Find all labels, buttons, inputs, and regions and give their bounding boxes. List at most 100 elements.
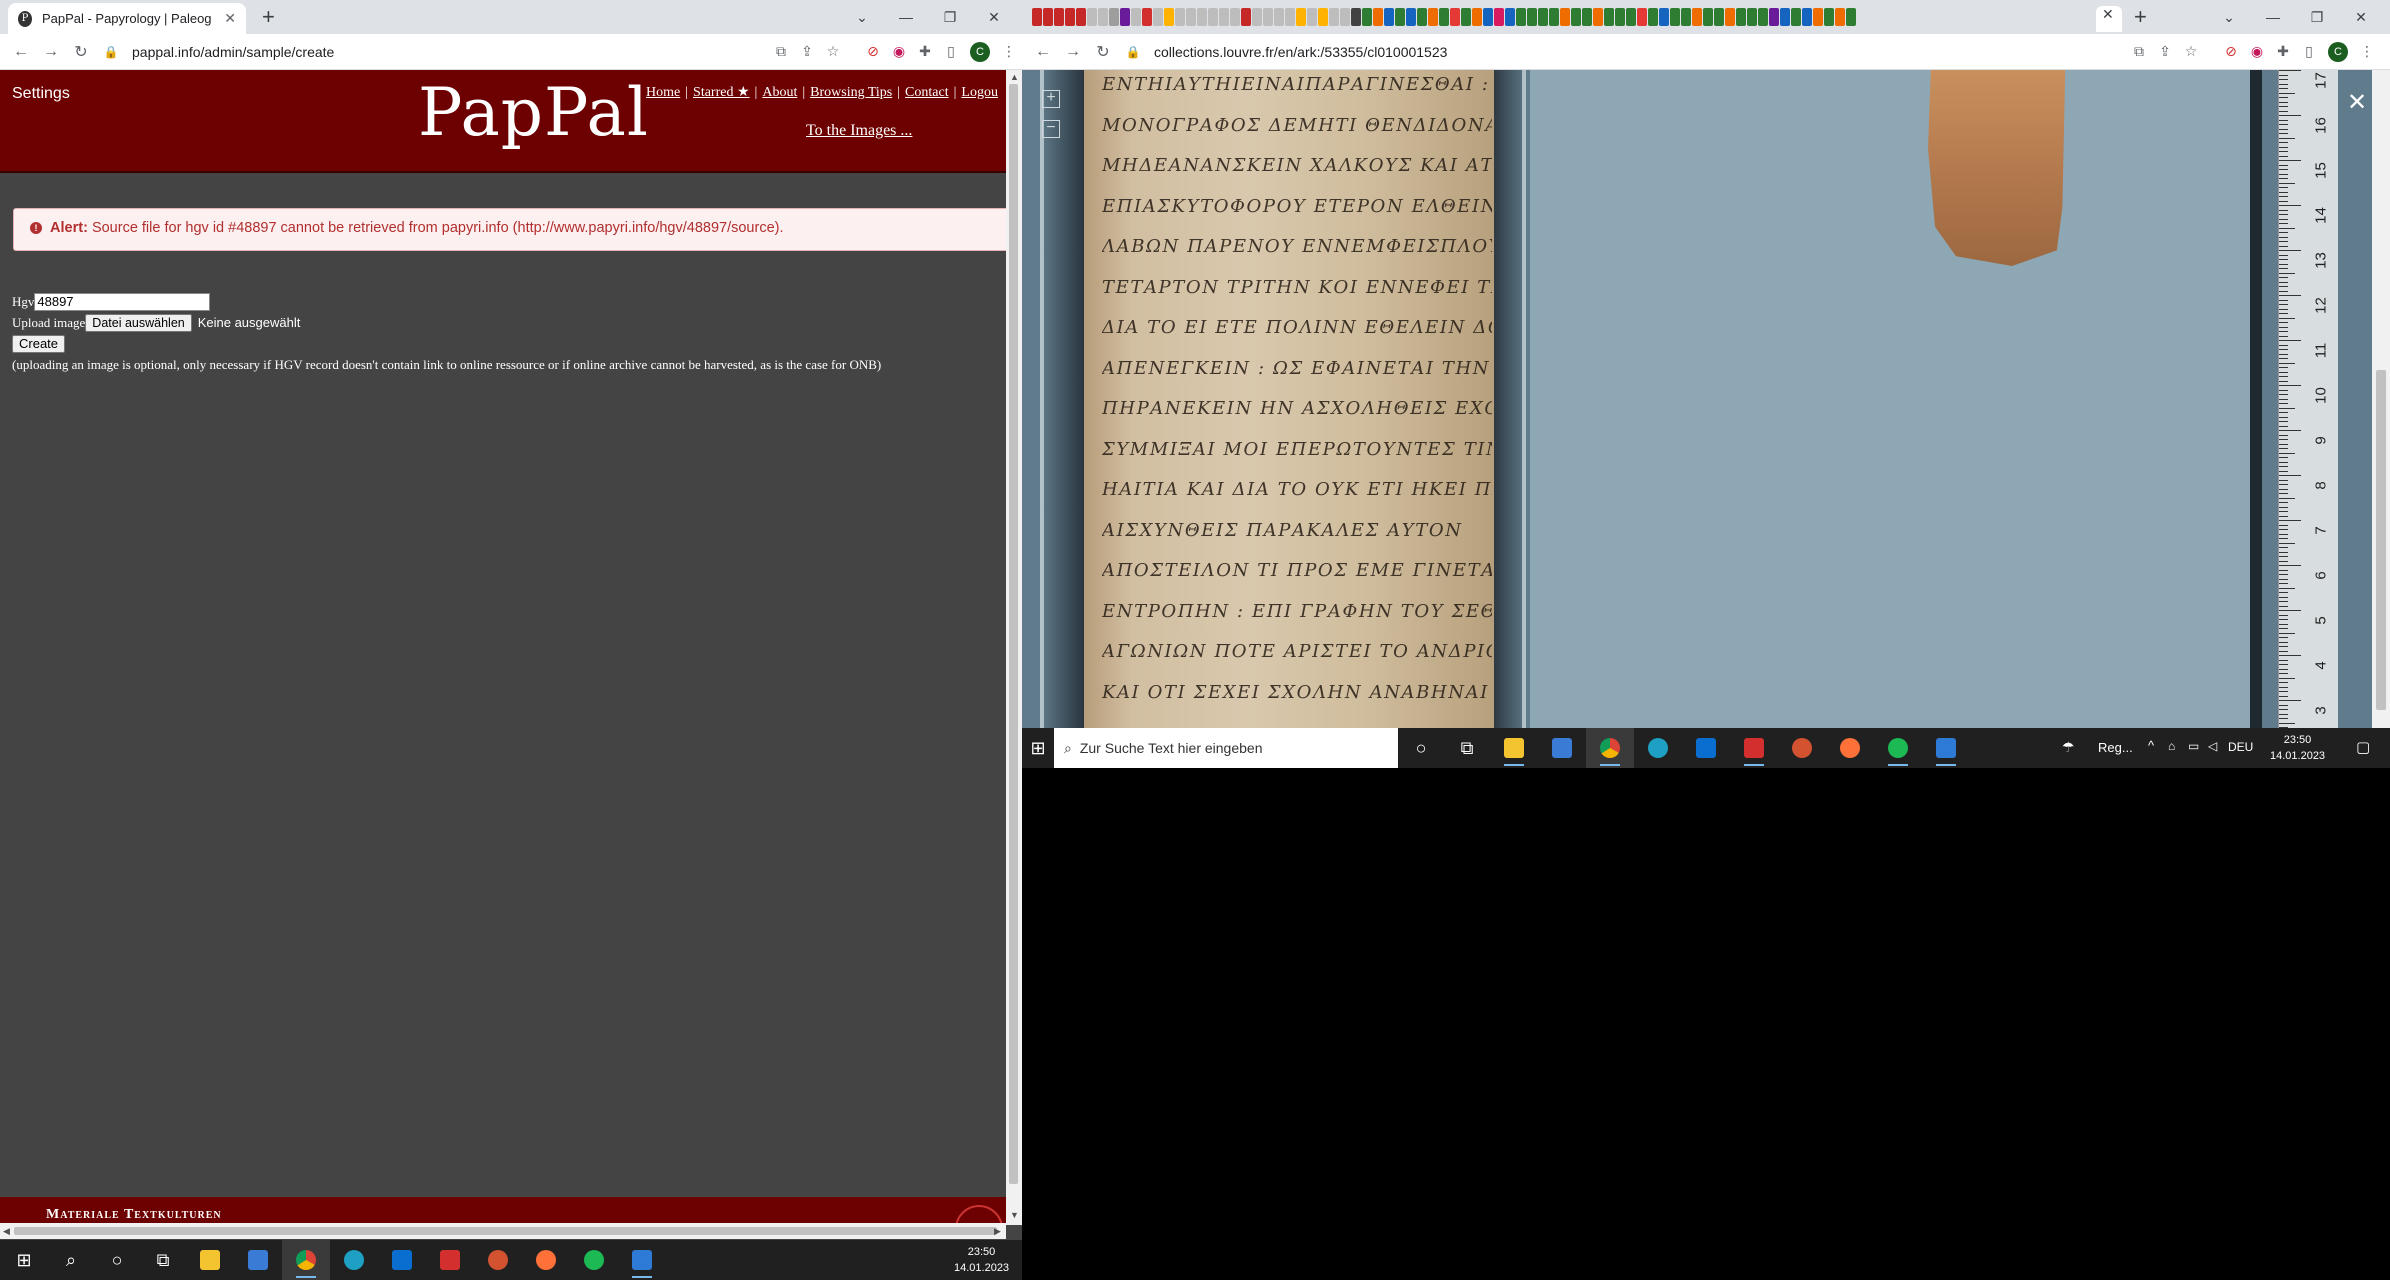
extension-pink-icon[interactable]: ◉ xyxy=(2244,43,2270,60)
side-panel-icon[interactable]: ▯ xyxy=(938,43,964,60)
pinned-tab-favicon[interactable] xyxy=(1461,8,1471,26)
battery-icon[interactable]: ▭ xyxy=(2188,739,2199,753)
footer-text[interactable]: Materiale Textkulturen xyxy=(46,1207,222,1223)
pinned-tab-favicon[interactable] xyxy=(1527,8,1537,26)
pinned-tab-favicon[interactable] xyxy=(1428,8,1438,26)
spotify-icon[interactable] xyxy=(1874,728,1922,768)
pinned-tab-favicon[interactable] xyxy=(1395,8,1405,26)
close-window-icon[interactable]: ✕ xyxy=(2339,9,2383,26)
pinned-tab-favicon[interactable] xyxy=(1351,8,1361,26)
new-tab-icon-right[interactable]: + xyxy=(2134,4,2147,30)
pinned-tab-favicon[interactable] xyxy=(1439,8,1449,26)
pinned-tab-favicon[interactable] xyxy=(1714,8,1724,26)
acrobat-icon[interactable] xyxy=(426,1240,474,1280)
pinned-tab-favicon[interactable] xyxy=(1736,8,1746,26)
pinned-tab-favicon[interactable] xyxy=(1780,8,1790,26)
pinned-tab-favicon[interactable] xyxy=(1835,8,1845,26)
profile-avatar[interactable]: C xyxy=(970,41,990,62)
notifications-icon[interactable]: ▢ xyxy=(2356,738,2370,756)
clock[interactable]: 23:50 14.01.2023 xyxy=(954,1244,1009,1276)
edge-icon[interactable] xyxy=(330,1240,378,1280)
pinned-tab-favicon[interactable] xyxy=(1032,8,1042,26)
file-explorer-icon[interactable] xyxy=(186,1240,234,1280)
pinned-tab-favicon[interactable] xyxy=(1131,8,1141,26)
nav-contact[interactable]: Contact xyxy=(905,85,949,100)
address-bar[interactable]: collections.louvre.fr/en/ark:/53355/cl01… xyxy=(1154,44,2126,60)
ms-store-icon[interactable] xyxy=(234,1240,282,1280)
minimize-icon[interactable]: — xyxy=(884,9,928,25)
back-icon[interactable]: ← xyxy=(6,43,36,61)
pinned-tab-favicon[interactable] xyxy=(1725,8,1735,26)
pinned-tab-favicon[interactable] xyxy=(1450,8,1460,26)
close-window-icon[interactable]: ✕ xyxy=(972,9,1016,26)
pinned-tab-favicon[interactable] xyxy=(1076,8,1086,26)
horizontal-scroll-thumb[interactable] xyxy=(14,1227,997,1235)
photos-icon[interactable] xyxy=(1922,728,1970,768)
pinned-tab-favicon[interactable] xyxy=(1230,8,1240,26)
pinned-tab-favicon[interactable] xyxy=(1186,8,1196,26)
pinned-tab-favicon[interactable] xyxy=(1648,8,1658,26)
pinned-tab-favicon[interactable] xyxy=(1604,8,1614,26)
pinned-tab-favicon[interactable] xyxy=(1274,8,1284,26)
site-logo[interactable]: PapPal xyxy=(418,74,649,151)
windows-start-icon[interactable]: ⊞ xyxy=(0,1240,48,1280)
acrobat-icon[interactable] xyxy=(1730,728,1778,768)
pinned-tab-favicon[interactable] xyxy=(1384,8,1394,26)
pinned-tab-favicon[interactable] xyxy=(1417,8,1427,26)
bookmark-star-icon[interactable]: ☆ xyxy=(820,43,846,60)
tab-close-icon-right[interactable]: ✕ xyxy=(2102,6,2114,23)
pinned-tab-favicon[interactable] xyxy=(1318,8,1328,26)
tab-pappal[interactable]: P PapPal - Papyrology | Paleograph ✕ xyxy=(8,3,246,34)
reload-icon[interactable]: ↻ xyxy=(1088,42,1118,62)
pinned-tab-favicon[interactable] xyxy=(1637,8,1647,26)
pinned-tab-favicon[interactable] xyxy=(1538,8,1548,26)
chrome-icon[interactable] xyxy=(1586,728,1634,768)
pinned-tab-favicon[interactable] xyxy=(1692,8,1702,26)
pinned-tab-favicon[interactable] xyxy=(1307,8,1317,26)
nav-home[interactable]: Home xyxy=(646,85,680,100)
pinned-tab-favicon[interactable] xyxy=(1241,8,1251,26)
restore-icon[interactable]: ❐ xyxy=(928,9,972,26)
powerpoint-icon[interactable] xyxy=(1778,728,1826,768)
chrome-icon[interactable] xyxy=(282,1240,330,1280)
network-icon[interactable]: ⌂ xyxy=(2168,739,2175,753)
pinned-tab-favicon[interactable] xyxy=(1615,8,1625,26)
cortana-icon[interactable]: ○ xyxy=(1398,728,1444,768)
extensions-puzzle-icon[interactable]: ✚ xyxy=(912,43,938,60)
task-view-icon[interactable]: ⧉ xyxy=(140,1240,186,1280)
pinned-tab-favicon[interactable] xyxy=(1120,8,1130,26)
tab-search-chevron-icon[interactable]: ⌄ xyxy=(2207,9,2251,26)
pinned-tab-favicon[interactable] xyxy=(1263,8,1273,26)
clock[interactable]: 23:50 14.01.2023 xyxy=(2270,732,2325,764)
to-the-images-link[interactable]: To the Images ... xyxy=(806,122,912,140)
pinned-tab-favicon[interactable] xyxy=(1549,8,1559,26)
nav-browsing-tips[interactable]: Browsing Tips xyxy=(810,85,892,100)
image-viewer[interactable]: 17 16 15 14 13 12 11 10 9 8 7 6 5 4 3 ΕΝΤΗΙΑΥΤΗΙΕΙΝΑΙΠ… xyxy=(1022,70,2390,728)
pinned-tab-favicon[interactable] xyxy=(1340,8,1350,26)
powerpoint-icon[interactable] xyxy=(474,1240,522,1280)
pinned-tab-favicon[interactable] xyxy=(1065,8,1075,26)
pinned-tab-favicon[interactable] xyxy=(1626,8,1636,26)
pinned-tab-favicon[interactable] xyxy=(1153,8,1163,26)
zoom-in-icon[interactable]: + xyxy=(1042,90,1060,108)
pinned-tab-favicon[interactable] xyxy=(1813,8,1823,26)
pinned-tab-favicon[interactable] xyxy=(1296,8,1306,26)
extension-zotero-icon[interactable]: ⊘ xyxy=(2218,43,2244,60)
share-icon[interactable]: ⇪ xyxy=(2152,43,2178,60)
photos-icon[interactable] xyxy=(618,1240,666,1280)
pinned-tab-favicon[interactable] xyxy=(1681,8,1691,26)
taskbar-search-box[interactable]: ⌕ Zur Suche Text hier eingeben xyxy=(1054,728,1398,768)
extension-zotero-icon[interactable]: ⊘ xyxy=(860,43,886,60)
task-view-icon[interactable]: ⧉ xyxy=(1444,728,1490,768)
pinned-tab-favicon[interactable] xyxy=(1406,8,1416,26)
search-icon[interactable]: ⌕ xyxy=(48,1240,94,1280)
pinned-tab-favicon[interactable] xyxy=(1769,8,1779,26)
tab-close-icon[interactable]: ✕ xyxy=(224,10,236,27)
weather-text[interactable]: Reg... xyxy=(2098,740,2133,755)
scroll-left-icon[interactable]: ◀ xyxy=(3,1226,10,1237)
pinned-tab-favicon[interactable] xyxy=(1054,8,1064,26)
tab-search-chevron-icon[interactable]: ⌄ xyxy=(840,9,884,26)
pinned-tab-favicon[interactable] xyxy=(1846,8,1856,26)
bookmark-star-icon[interactable]: ☆ xyxy=(2178,43,2204,60)
side-panel-icon[interactable]: ▯ xyxy=(2296,43,2322,60)
